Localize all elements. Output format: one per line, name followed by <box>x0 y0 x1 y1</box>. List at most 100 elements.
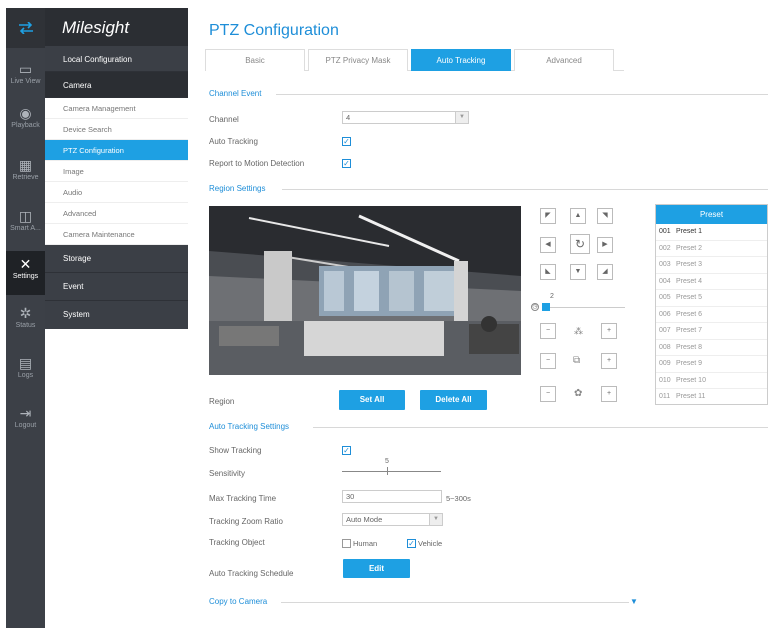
preset-row[interactable]: 004 Preset 4 <box>656 274 767 290</box>
tracking-zoom-ratio-label: Tracking Zoom Ratio <box>209 517 283 526</box>
chevron-down-icon: ▼ <box>429 514 442 525</box>
speed-value: 2 <box>550 293 554 300</box>
focus-far-button[interactable]: + <box>601 353 617 369</box>
sidebar-logs[interactable]: ▤ Logs <box>6 350 45 390</box>
preset-row[interactable]: 003 Preset 3 <box>656 257 767 274</box>
preset-row[interactable]: 007 Preset 7 <box>656 323 767 340</box>
arrow-up-icon: ▲ <box>574 212 582 219</box>
sidebar-logout[interactable]: ⇥ Logout <box>6 400 45 440</box>
vehicle-checkbox[interactable]: ✓ <box>407 539 416 548</box>
sensitivity-value: 5 <box>385 458 389 465</box>
ptz-left-button[interactable]: ◀ <box>540 237 556 253</box>
smart-analytics-icon: ◫ <box>18 208 33 224</box>
sidebar-playback[interactable]: ◉ Playback <box>6 100 45 140</box>
show-tracking-checkbox[interactable]: ✓ <box>342 446 351 455</box>
minus-icon: − <box>545 390 551 397</box>
section-divider <box>282 189 768 190</box>
max-tracking-time-input[interactable]: 30 <box>342 490 442 503</box>
iris-open-button[interactable]: + <box>601 386 617 402</box>
speed-slider-handle[interactable] <box>542 303 550 311</box>
playback-icon: ◉ <box>19 105 32 121</box>
ptz-up-button[interactable]: ▲ <box>570 208 586 224</box>
ptz-right-button[interactable]: ▶ <box>597 237 613 253</box>
preset-row[interactable]: 006 Preset 6 <box>656 307 767 323</box>
sensitivity-slider[interactable] <box>342 471 441 472</box>
preset-row[interactable]: 009 Preset 9 <box>656 356 767 373</box>
menu-camera[interactable]: Camera <box>45 72 188 98</box>
ptz-auto-scan-button[interactable]: ↻ <box>570 234 590 254</box>
preset-row[interactable]: 010 Preset 10 <box>656 373 767 389</box>
sensitivity-handle[interactable] <box>387 467 388 475</box>
iris-icon: ✿ <box>574 388 583 399</box>
menu-camera-management[interactable]: Camera Management <box>45 98 188 119</box>
menu-audio[interactable]: Audio <box>45 182 188 203</box>
ptz-up-left-button[interactable]: ◤ <box>540 208 556 224</box>
sidebar-smart-analytics[interactable]: ◫ Smart A... <box>6 203 45 243</box>
ptz-down-right-button[interactable]: ◢ <box>597 264 613 280</box>
icon-sidebar: ▭ Live View ◉ Playback ▦ Retrieve ◫ Smart A.… <box>6 8 45 628</box>
tab-advanced[interactable]: Advanced <box>514 49 614 71</box>
menu-device-search[interactable]: Device Search <box>45 119 188 140</box>
sidebar-settings[interactable]: ✕ Settings <box>6 251 45 295</box>
zoom-in-button[interactable]: + <box>601 323 617 339</box>
ptz-up-right-button[interactable]: ◥ <box>597 208 613 224</box>
preset-row[interactable]: 001 Preset 1 <box>656 224 767 241</box>
arrow-down-left-icon: ◣ <box>545 268 551 275</box>
iris-close-button[interactable]: − <box>540 386 556 402</box>
menu-image[interactable]: Image <box>45 161 188 182</box>
preset-row[interactable]: 002 Preset 2 <box>656 241 767 257</box>
ptz-down-button[interactable]: ▼ <box>570 264 586 280</box>
copy-to-camera-label[interactable]: Copy to Camera <box>209 597 267 606</box>
tab-ptz-privacy-mask[interactable]: PTZ Privacy Mask <box>308 49 408 71</box>
menu-ptz-configuration[interactable]: PTZ Configuration <box>45 140 188 161</box>
settings-menu: Milesight Local Configuration Camera Cam… <box>45 8 188 338</box>
menu-local-configuration[interactable]: Local Configuration <box>45 46 188 72</box>
preset-list: Preset 001 Preset 1 002 Preset 2 003 Preset… <box>655 204 768 405</box>
menu-event[interactable]: Event <box>45 273 188 301</box>
preset-row[interactable]: 011 Preset 11 <box>656 389 767 406</box>
edit-schedule-button[interactable]: Edit <box>343 559 410 578</box>
arrow-up-right-icon: ◥ <box>602 212 608 219</box>
settings-icon: ✕ <box>19 256 32 272</box>
main-content: PTZ Configuration Basic PTZ Privacy Mask… <box>188 8 768 629</box>
section-divider <box>281 602 629 603</box>
ptz-down-left-button[interactable]: ◣ <box>540 264 556 280</box>
report-motion-label: Report to Motion Detection <box>209 159 305 168</box>
expand-arrow-icon[interactable]: ▼ <box>630 597 638 606</box>
report-motion-checkbox[interactable]: ✓ <box>342 159 351 168</box>
sensitivity-label: Sensitivity <box>209 469 246 478</box>
human-checkbox[interactable] <box>342 539 351 548</box>
focus-icon: ⧉ <box>573 355 581 366</box>
switch-icon[interactable] <box>6 8 45 48</box>
tracking-zoom-ratio-select[interactable]: Auto Mode ▼ <box>342 513 443 526</box>
sidebar-live-view[interactable]: ▭ Live View <box>6 56 45 96</box>
delete-all-button[interactable]: Delete All <box>420 390 487 410</box>
menu-advanced[interactable]: Advanced <box>45 203 188 224</box>
set-all-button[interactable]: Set All <box>339 390 405 410</box>
logout-icon: ⇥ <box>19 405 32 421</box>
live-view-icon: ▭ <box>18 61 33 77</box>
menu-storage[interactable]: Storage <box>45 245 188 273</box>
tab-auto-tracking[interactable]: Auto Tracking <box>411 49 511 71</box>
sidebar-status[interactable]: ✲ Status <box>6 300 45 340</box>
menu-system[interactable]: System <box>45 301 188 329</box>
show-tracking-label: Show Tracking <box>209 446 262 455</box>
preset-row[interactable]: 005 Preset 5 <box>656 290 767 307</box>
menu-camera-maintenance[interactable]: Camera Maintenance <box>45 224 188 245</box>
plus-icon: + <box>606 390 612 397</box>
chevron-down-icon: ▼ <box>455 112 468 123</box>
retrieve-icon: ▦ <box>18 157 33 173</box>
plus-icon: + <box>606 357 612 364</box>
speed-icon: ◷ <box>531 303 539 311</box>
sidebar-retrieve[interactable]: ▦ Retrieve <box>6 152 45 192</box>
video-preview[interactable] <box>209 206 521 375</box>
focus-near-button[interactable]: − <box>540 353 556 369</box>
auto-tracking-checkbox[interactable]: ✓ <box>342 137 351 146</box>
speed-slider[interactable] <box>542 307 625 308</box>
tab-basic[interactable]: Basic <box>205 49 305 71</box>
zoom-out-button[interactable]: − <box>540 323 556 339</box>
minus-icon: − <box>545 327 551 334</box>
preset-row[interactable]: 008 Preset 8 <box>656 340 767 356</box>
channel-select[interactable]: 4 ▼ <box>342 111 469 124</box>
section-divider <box>313 427 768 428</box>
